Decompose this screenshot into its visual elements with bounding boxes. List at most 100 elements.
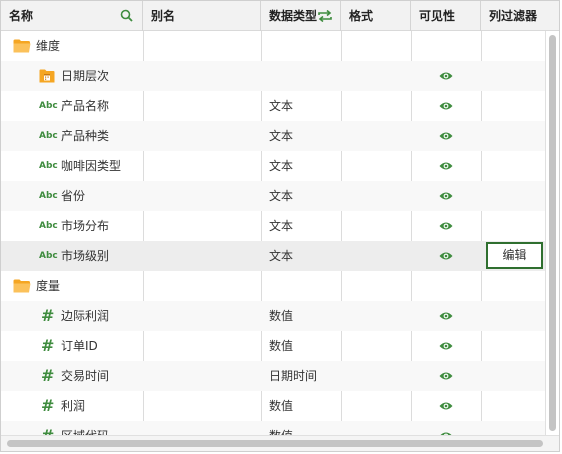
datatype-cell[interactable]: 文本: [269, 151, 341, 181]
search-icon[interactable]: [120, 9, 133, 22]
number-type-icon: #: [41, 336, 55, 355]
table-row[interactable]: Abc 产品名称 文本: [1, 91, 545, 121]
column-header-visibility-label: 可见性: [419, 9, 456, 23]
name-cell: Abc 省份: [1, 181, 143, 211]
datatype-cell[interactable]: 文本: [269, 121, 341, 151]
eye-icon[interactable]: [439, 101, 453, 111]
eye-icon[interactable]: [439, 341, 453, 351]
filter-cell[interactable]: [481, 181, 545, 211]
table-row[interactable]: 日期层次: [1, 61, 545, 91]
eye-icon[interactable]: [439, 401, 453, 411]
field-name-label: 市场分布: [61, 219, 110, 233]
vertical-scrollbar-thumb[interactable]: [549, 35, 556, 431]
eye-icon[interactable]: [439, 371, 453, 381]
column-header-alias-label: 别名: [151, 9, 176, 23]
visibility-cell[interactable]: [411, 331, 481, 361]
horizontal-scrollbar[interactable]: [1, 435, 559, 451]
filter-cell[interactable]: [481, 301, 545, 331]
table-row[interactable]: # 订单ID 数值: [1, 331, 545, 361]
table-body: 维度 日期层次 Abc 产品名称 文本 Abc 产品种类 文本 Abc 咖啡因类型 文本 Abc 省份文…: [1, 31, 545, 435]
datatype-cell[interactable]: 文本: [269, 241, 341, 271]
filter-cell[interactable]: [481, 331, 545, 361]
filter-cell[interactable]: [481, 61, 545, 91]
field-name-label: 省份: [61, 189, 86, 203]
name-cell: # 利润: [1, 391, 143, 421]
text-type-icon: Abc: [39, 221, 58, 231]
number-type-icon: #: [41, 366, 55, 385]
table-row[interactable]: # 交易时间 日期时间: [1, 361, 545, 391]
folder-row[interactable]: 度量: [1, 271, 545, 301]
filter-cell[interactable]: 编辑: [481, 241, 545, 271]
eye-icon[interactable]: [439, 161, 453, 171]
eye-icon[interactable]: [439, 191, 453, 201]
name-cell: Abc 咖啡因类型: [1, 151, 143, 181]
visibility-cell[interactable]: [411, 301, 481, 331]
datatype-cell[interactable]: 文本: [269, 91, 341, 121]
field-name-label: 市场级别: [61, 249, 110, 263]
column-header-format: 格式: [341, 1, 411, 31]
field-name-label: 日期层次: [61, 69, 110, 83]
datatype-cell[interactable]: 文本: [269, 211, 341, 241]
table-row[interactable]: Abc 市场分布 文本: [1, 211, 545, 241]
visibility-cell[interactable]: [411, 211, 481, 241]
visibility-cell[interactable]: [411, 91, 481, 121]
visibility-cell[interactable]: [411, 121, 481, 151]
filter-cell[interactable]: [481, 211, 545, 241]
column-header-alias: 别名: [143, 1, 261, 31]
field-name-label: 利润: [61, 399, 86, 413]
folder-row[interactable]: 维度: [1, 31, 545, 61]
visibility-cell[interactable]: [411, 61, 481, 91]
filter-cell[interactable]: [481, 391, 545, 421]
eye-icon[interactable]: [439, 131, 453, 141]
edit-filter-button[interactable]: 编辑: [486, 242, 543, 269]
visibility-cell[interactable]: [411, 151, 481, 181]
horizontal-scrollbar-thumb[interactable]: [7, 440, 543, 447]
visibility-cell[interactable]: [411, 421, 481, 435]
column-header-name[interactable]: 名称: [1, 1, 143, 31]
visibility-cell[interactable]: [411, 241, 481, 271]
visibility-cell[interactable]: [411, 181, 481, 211]
filter-cell[interactable]: [481, 421, 545, 435]
filter-cell[interactable]: [481, 361, 545, 391]
name-cell: Abc 市场级别: [1, 241, 143, 271]
eye-icon[interactable]: [439, 221, 453, 231]
datatype-cell[interactable]: 数值: [269, 301, 341, 331]
visibility-cell[interactable]: [411, 391, 481, 421]
field-name-label: 产品名称: [61, 99, 110, 113]
filter-cell[interactable]: [481, 91, 545, 121]
table-row[interactable]: # 利润 数值: [1, 391, 545, 421]
field-name-label: 交易时间: [61, 369, 110, 383]
datatype-cell[interactable]: 日期时间: [269, 361, 341, 391]
table-row[interactable]: # 区域代码 数值: [1, 421, 545, 435]
number-type-icon: #: [41, 396, 55, 415]
eye-icon[interactable]: [439, 311, 453, 321]
datatype-cell[interactable]: 数值: [269, 331, 341, 361]
datatype-cell[interactable]: 数值: [269, 421, 341, 435]
datatype-cell[interactable]: 文本: [269, 181, 341, 211]
table-row[interactable]: # 边际利润 数值: [1, 301, 545, 331]
name-cell: # 边际利润: [1, 301, 143, 331]
table-row[interactable]: Abc 市场级别 文本 编辑: [1, 241, 545, 271]
swap-icon[interactable]: [318, 10, 332, 22]
name-cell: 度量: [1, 271, 143, 301]
text-type-icon: Abc: [39, 191, 58, 201]
field-name-label: 边际利润: [61, 309, 110, 323]
name-cell: Abc 产品种类: [1, 121, 143, 151]
table-row[interactable]: Abc 省份 文本: [1, 181, 545, 211]
table-row[interactable]: Abc 产品种类 文本: [1, 121, 545, 151]
filter-cell[interactable]: [481, 271, 545, 301]
text-type-icon: Abc: [39, 251, 58, 261]
date-hierarchy-icon: [39, 69, 55, 83]
filter-cell[interactable]: [481, 121, 545, 151]
vertical-scrollbar[interactable]: [545, 31, 559, 435]
name-cell: 日期层次: [1, 61, 143, 91]
visibility-cell[interactable]: [411, 361, 481, 391]
datatype-cell[interactable]: 数值: [269, 391, 341, 421]
eye-icon[interactable]: [439, 251, 453, 261]
field-name-label: 订单ID: [61, 339, 98, 353]
filter-cell[interactable]: [481, 31, 545, 61]
table-row[interactable]: Abc 咖啡因类型 文本: [1, 151, 545, 181]
field-name-label: 咖啡因类型: [61, 159, 122, 173]
eye-icon[interactable]: [439, 71, 453, 81]
filter-cell[interactable]: [481, 151, 545, 181]
